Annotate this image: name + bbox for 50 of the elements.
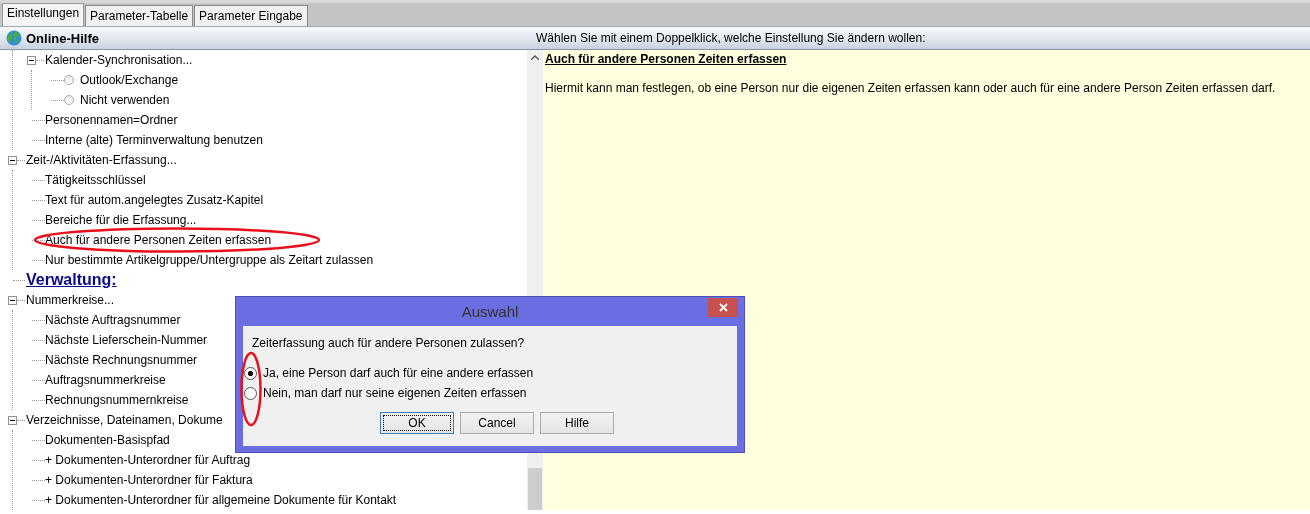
tree-item[interactable]: Interne (alte) Terminverwaltung benutzen [45, 133, 263, 147]
tree-item[interactable]: Auch für andere Personen Zeiten erfassen [45, 233, 272, 247]
dialog-question: Zeiterfassung auch für andere Personen zulassen? [252, 336, 526, 350]
cancel-button[interactable]: Cancel [460, 412, 534, 434]
collapse-icon[interactable] [27, 55, 36, 65]
tab[interactable]: Parameter-Tabelle [85, 5, 194, 26]
tree-item[interactable]: Kalender-Synchronisation... [45, 53, 193, 67]
instruction-text: Wählen Sie mit einem Doppelklick, welche Einstellung Sie ändern wollen: [536, 31, 926, 45]
tree-item[interactable]: Auftragsnummerkreise [45, 373, 166, 387]
tree-item[interactable]: Rechnungsnummernkreise [45, 393, 189, 407]
help-heading: Auch für andere Personen Zeiten erfassen [545, 52, 787, 67]
tree-item[interactable]: Tätigkeitsschlüssel [45, 173, 146, 187]
tree-item[interactable]: Text für autom.angelegtes Zusatz-Kapitel [45, 193, 264, 207]
radio-button[interactable] [244, 366, 257, 380]
help-button[interactable]: Hilfe [540, 412, 614, 434]
tree-item[interactable]: + Dokumenten-Unterordner für Faktura [45, 473, 253, 487]
collapse-icon[interactable] [8, 415, 17, 425]
scroll-up-icon[interactable] [531, 55, 539, 60]
scrollbar-thumb[interactable] [528, 468, 542, 510]
radio-button[interactable] [244, 386, 257, 400]
ok-button[interactable]: OK [380, 412, 454, 434]
tree-item[interactable]: Nächste Lieferschein-Nummer [45, 333, 208, 347]
tree-item[interactable]: Verzeichnisse, Dateinamen, Dokume [26, 413, 223, 427]
radio-button[interactable] [64, 95, 74, 105]
dialog-title: Auswahl [461, 303, 519, 320]
help-title: Online-Hilfe [26, 30, 99, 46]
tree-item[interactable]: Nächste Auftragsnummer [45, 313, 181, 327]
tree-item[interactable]: Dokumenten-Basispfad [45, 433, 170, 447]
tree-item[interactable]: Nur bestimmte Artikelgruppe/Untergruppe als Zeitart zulassen [45, 253, 374, 267]
tab[interactable]: Parameter Eingabe [194, 5, 308, 26]
tree-item[interactable]: Nummerkreise... [26, 293, 114, 307]
tree-item[interactable]: Zeit-/Aktivitäten-Erfassung... [26, 153, 177, 167]
tab[interactable]: Einstellungen [2, 3, 85, 26]
option-label[interactable]: Ja, eine Person darf auch für eine andere erfassen [263, 366, 534, 380]
tree-item[interactable]: Personennamen=Ordner [45, 113, 178, 127]
help-text: Hiermit kann man festlegen, ob eine Person nur die eigenen Zeiten erfassen kann oder auch für eine andere Person Zeiten erfassen darf. [545, 81, 1277, 96]
tree-item[interactable]: Outlook/Exchange [80, 73, 179, 87]
option-label[interactable]: Nein, man darf nur seine eigenen Zeiten erfassen [263, 386, 527, 400]
collapse-icon[interactable] [8, 155, 17, 165]
close-icon [718, 303, 728, 312]
tree-item[interactable]: + Dokumenten-Unterordner für Auftrag [45, 453, 251, 467]
globe-icon [6, 30, 22, 46]
tree-item[interactable]: Nächste Rechnungsnummer [45, 353, 198, 367]
tree-item[interactable]: Bereiche für die Erfassung... [45, 213, 197, 227]
close-button[interactable] [708, 298, 738, 317]
tree-item[interactable]: + Dokumenten-Unterordner für allgemeine Dokumente für Kontakt [45, 493, 397, 507]
section-heading: Verwaltung: [26, 271, 117, 289]
tree-item[interactable]: Nicht verwenden [80, 93, 170, 107]
radio-button[interactable] [64, 75, 74, 85]
collapse-icon[interactable] [8, 295, 17, 305]
